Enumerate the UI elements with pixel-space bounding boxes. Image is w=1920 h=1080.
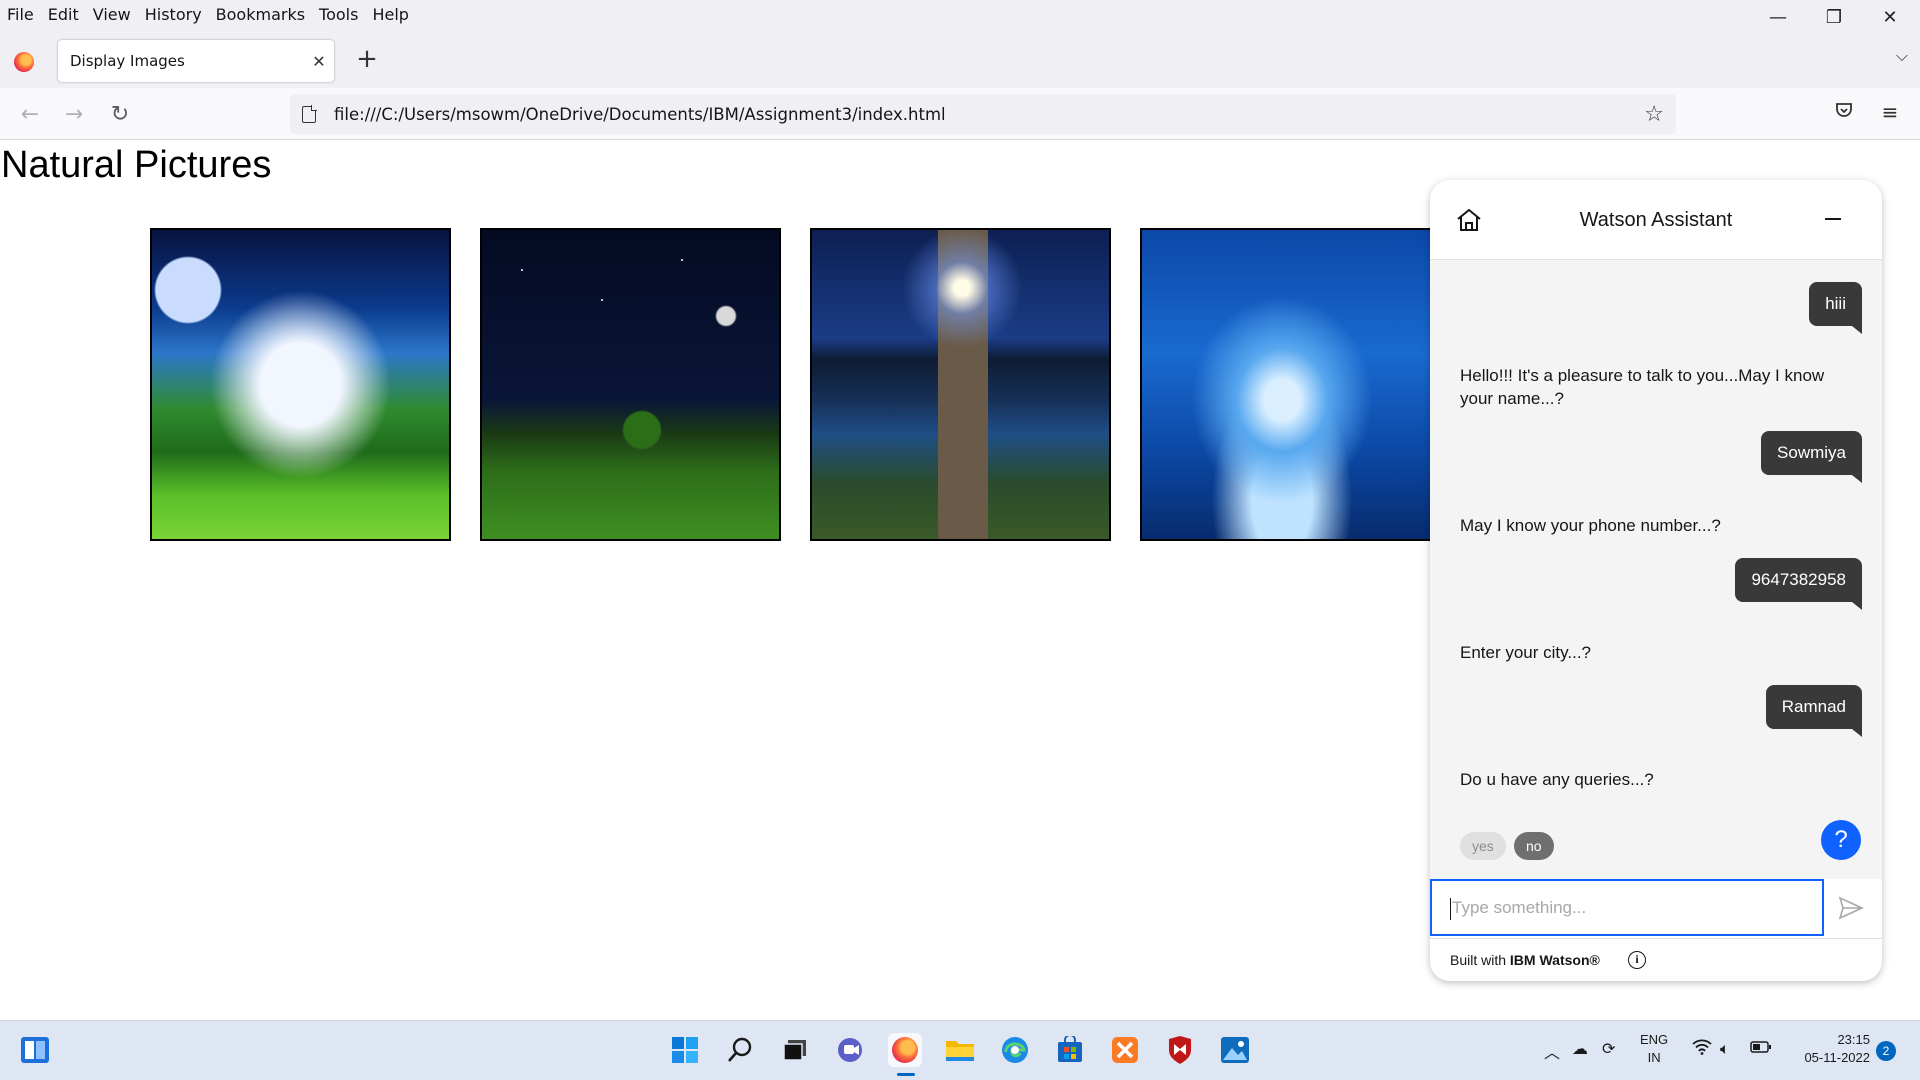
url-text[interactable]: file:///C:/Users/msowm/OneDrive/Document… <box>334 105 1644 124</box>
input-language-indicator[interactable]: ENG IN <box>1640 1031 1668 1067</box>
wifi-icon[interactable] <box>1692 1039 1712 1059</box>
back-icon[interactable]: ← <box>14 98 46 130</box>
page-title: Natural Pictures <box>1 144 272 186</box>
assistant-footer: Built with IBM Watson® i <box>1430 938 1882 981</box>
bot-message: May I know your phone number...? <box>1460 516 1721 535</box>
water-splash-image <box>1140 228 1430 541</box>
user-message: 9647382958 <box>1735 558 1862 610</box>
bot-message: Hello!!! It's a pleasure to talk to you.… <box>1460 366 1825 408</box>
show-hidden-icons-chevron-icon[interactable]: ︿ <box>1544 1039 1560 1063</box>
notification-badge[interactable]: 2 <box>1876 1041 1896 1061</box>
close-tab-icon[interactable]: ✕ <box>304 52 334 71</box>
tab-display-images[interactable]: Display Images ✕ <box>58 40 334 82</box>
tab-strip: Display Images ✕ + ⌵ <box>0 28 1920 88</box>
edge-icon[interactable] <box>998 1033 1032 1067</box>
teams-chat-icon[interactable] <box>833 1033 867 1067</box>
volume-icon[interactable]: 🔈︎ <box>1720 1039 1730 1059</box>
text-cursor <box>1450 897 1451 920</box>
menu-history[interactable]: History <box>138 5 209 24</box>
menu-bar: File Edit View History Bookmarks Tools H… <box>0 0 1920 28</box>
url-bar[interactable]: file:///C:/Users/msowm/OneDrive/Document… <box>290 94 1676 134</box>
pocket-icon[interactable] <box>1829 100 1859 130</box>
navigation-toolbar: ← → ↻ file:///C:/Users/msowm/OneDrive/Do… <box>0 88 1920 140</box>
new-tab-button[interactable]: + <box>352 44 382 74</box>
info-icon[interactable]: i <box>1628 951 1646 969</box>
assistant-header: Watson Assistant <box>1430 180 1882 260</box>
clock[interactable]: 23:15 05-11-2022 <box>1790 1031 1870 1067</box>
menu-edit[interactable]: Edit <box>41 5 86 24</box>
xampp-icon[interactable] <box>1108 1033 1142 1067</box>
ibm-watson-brand: IBM Watson® <box>1509 952 1600 968</box>
time-text: 23:15 <box>1837 1032 1870 1047</box>
menu-view[interactable]: View <box>86 5 138 24</box>
start-icon[interactable] <box>668 1033 702 1067</box>
minimize-assistant-icon[interactable] <box>1825 218 1841 220</box>
assistant-title: Watson Assistant <box>1579 209 1733 231</box>
firefox-icon[interactable] <box>888 1033 922 1067</box>
menu-help[interactable]: Help <box>365 5 415 24</box>
language-code: ENG <box>1640 1032 1669 1047</box>
lake-pier-moon-image <box>810 228 1111 541</box>
user-message: hiii <box>1809 282 1862 334</box>
task-view-icon[interactable] <box>778 1033 812 1067</box>
bot-message: Enter your city...? <box>1460 643 1592 662</box>
firefox-view-icon[interactable] <box>14 52 34 72</box>
onedrive-status-icon[interactable]: ☁ <box>1572 1039 1588 1058</box>
sync-icon[interactable]: ⟳ <box>1602 1039 1615 1058</box>
taskbar: ︿ ☁ ⟳ ENG IN 🔈︎ 23:15 05-11-2022 2 <box>0 1020 1920 1080</box>
message-input-row: Type something... <box>1430 879 1882 938</box>
active-app-indicator <box>897 1073 915 1076</box>
fantasy-landscape-image <box>150 228 451 541</box>
input-placeholder: Type something... <box>1452 898 1587 917</box>
reload-icon[interactable]: ↻ <box>104 98 136 130</box>
mcafee-icon[interactable] <box>1163 1033 1197 1067</box>
option-yes-button[interactable]: yes <box>1460 832 1506 860</box>
send-icon[interactable] <box>1838 895 1864 921</box>
bookmark-star-icon[interactable]: ☆ <box>1644 102 1664 127</box>
app-menu-icon[interactable]: ≡ <box>1875 100 1905 130</box>
user-message: Ramnad <box>1765 685 1863 737</box>
help-question-icon[interactable]: ? <box>1821 820 1861 860</box>
photos-icon[interactable] <box>1218 1033 1252 1067</box>
search-icon[interactable] <box>723 1033 757 1067</box>
battery-icon[interactable] <box>1750 1039 1772 1058</box>
menu-tools[interactable]: Tools <box>312 5 365 24</box>
option-no-button[interactable]: no <box>1514 832 1554 860</box>
page-icon <box>302 104 317 123</box>
list-all-tabs-chevron-icon[interactable]: ⌵ <box>1896 46 1908 66</box>
menu-bookmarks[interactable]: Bookmarks <box>209 5 312 24</box>
forward-icon[interactable]: → <box>58 98 90 130</box>
watson-assistant-panel: Watson Assistant hiii Hello!!! It's a pl… <box>1430 180 1882 981</box>
message-input[interactable]: Type something... <box>1430 879 1824 936</box>
built-with-label: Built with IBM Watson® <box>1450 952 1600 968</box>
widgets-icon[interactable] <box>18 1033 52 1067</box>
store-icon[interactable] <box>1053 1033 1087 1067</box>
region-code: IN <box>1647 1050 1661 1065</box>
bot-message: Do u have any queries...? <box>1460 770 1654 789</box>
night-sky-tree-image <box>480 228 781 541</box>
date-text: 05-11-2022 <box>1804 1050 1870 1065</box>
file-explorer-icon[interactable] <box>943 1033 977 1067</box>
user-message: Sowmiya <box>1761 431 1862 483</box>
tab-title: Display Images <box>70 52 185 70</box>
menu-file[interactable]: File <box>0 5 41 24</box>
built-with-prefix: Built with <box>1450 952 1510 968</box>
